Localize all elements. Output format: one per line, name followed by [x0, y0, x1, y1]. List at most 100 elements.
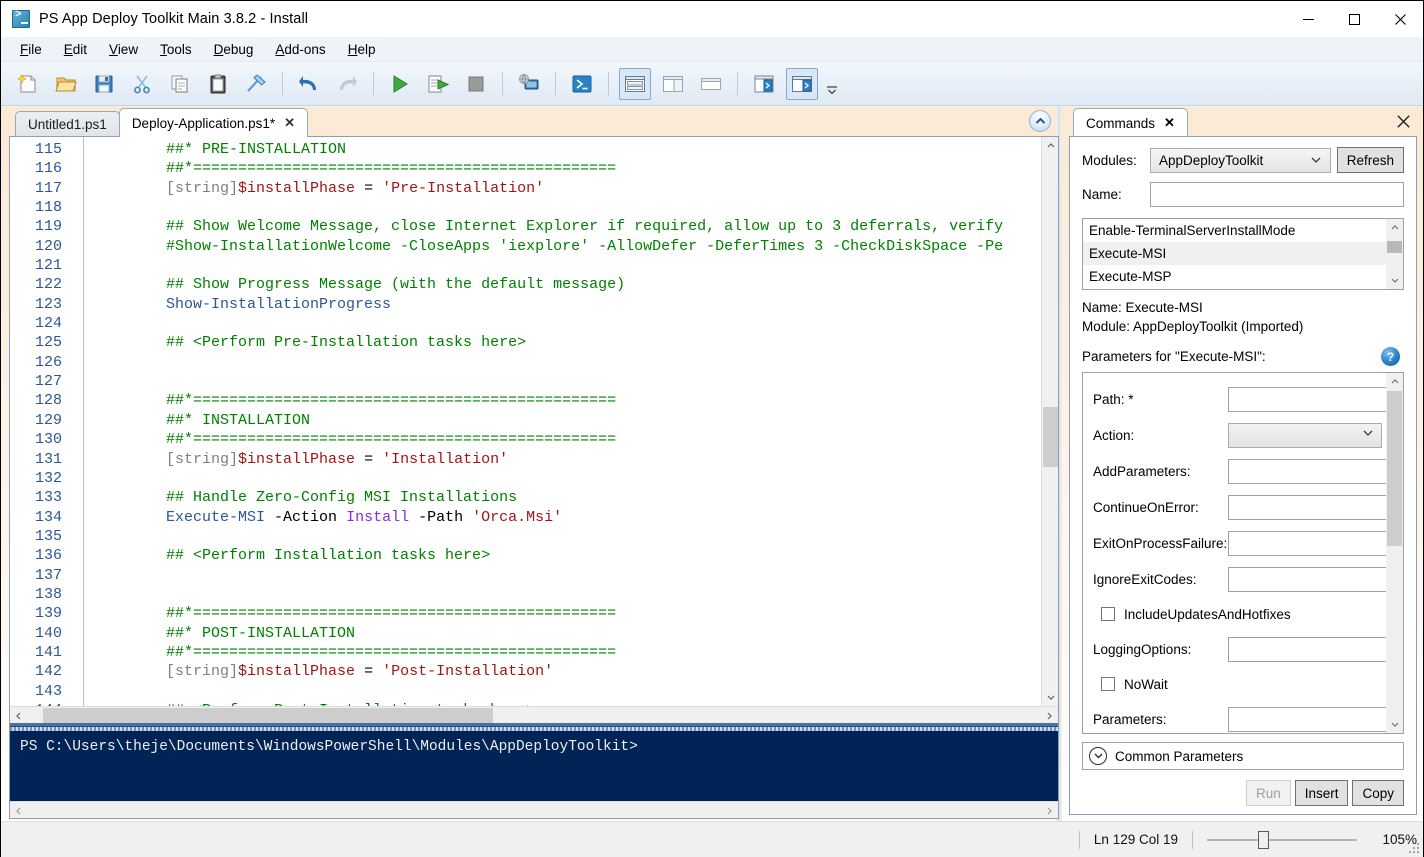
- layout-side-by-side-button[interactable]: [657, 68, 689, 100]
- code-line[interactable]: [string]$installPhase = 'Pre-Installatio…: [94, 179, 1041, 198]
- code-line[interactable]: [94, 469, 1041, 488]
- paste-button[interactable]: [202, 68, 234, 100]
- code-line[interactable]: [94, 198, 1041, 217]
- parameter-input[interactable]: [1228, 386, 1386, 412]
- command-list-scrollbar[interactable]: [1386, 219, 1403, 289]
- command-list-item[interactable]: Execute-MSI: [1083, 242, 1386, 265]
- parameter-input[interactable]: [1228, 458, 1386, 484]
- cut-button[interactable]: [126, 68, 158, 100]
- scroll-down-arrow-icon[interactable]: [1042, 689, 1058, 706]
- code-line[interactable]: ## <Perform Pre-Installation tasks here>: [94, 333, 1041, 352]
- collapse-script-pane-button[interactable]: [1029, 110, 1051, 132]
- save-button[interactable]: [88, 68, 120, 100]
- scroll-down-arrow-icon[interactable]: [1386, 272, 1403, 289]
- menu-tools[interactable]: Tools: [149, 39, 203, 60]
- parameter-checkbox-row[interactable]: IncludeUpdatesAndHotfixes: [1093, 597, 1382, 631]
- parameters-scrollbar[interactable]: [1386, 373, 1403, 733]
- checkbox-icon[interactable]: [1101, 607, 1115, 621]
- insert-button[interactable]: Insert: [1294, 780, 1349, 806]
- code-editor[interactable]: 115 116 117 118 119 120 121 122 123 124 125 126 127 1…: [10, 137, 1058, 706]
- undo-button[interactable]: [293, 68, 325, 100]
- show-script-pane-right-button[interactable]: [748, 68, 780, 100]
- code-line[interactable]: ## <Perform Post-Installation tasks here…: [94, 701, 1041, 706]
- code-line[interactable]: [94, 372, 1041, 391]
- code-line[interactable]: ##* PRE-INSTALLATION: [94, 140, 1041, 159]
- editor-hscroll-track[interactable]: [27, 707, 1041, 723]
- menu-view[interactable]: View: [98, 39, 149, 60]
- code-line[interactable]: [94, 256, 1041, 275]
- start-powershell-button[interactable]: [566, 68, 598, 100]
- code-line[interactable]: ##*=====================================…: [94, 604, 1041, 623]
- open-script-button[interactable]: [50, 68, 82, 100]
- code-text[interactable]: ##* PRE-INSTALLATION ##*================…: [84, 137, 1041, 706]
- scroll-left-arrow-icon[interactable]: [10, 707, 27, 724]
- console-horizontal-scrollbar[interactable]: [10, 801, 1058, 818]
- run-script-button[interactable]: [384, 68, 416, 100]
- menu-edit[interactable]: Edit: [53, 39, 98, 60]
- minimize-button[interactable]: [1285, 1, 1331, 37]
- stop-operation-button[interactable]: [460, 68, 492, 100]
- checkbox-icon[interactable]: [1101, 677, 1115, 691]
- code-line[interactable]: [94, 527, 1041, 546]
- code-line[interactable]: ## <Perform Installation tasks here>: [94, 546, 1041, 565]
- zoom-slider[interactable]: [1207, 830, 1357, 849]
- close-addon-pane-button[interactable]: [1393, 111, 1413, 131]
- menu-addons[interactable]: Add-ons: [264, 39, 336, 60]
- parameter-input[interactable]: [1228, 636, 1386, 662]
- command-list-scroll-thumb[interactable]: [1387, 241, 1402, 253]
- code-line[interactable]: ##*=====================================…: [94, 391, 1041, 410]
- new-script-button[interactable]: [12, 68, 44, 100]
- run-button[interactable]: Run: [1245, 780, 1291, 806]
- help-icon[interactable]: ?: [1381, 347, 1400, 366]
- console-hscroll-track[interactable]: [27, 802, 1041, 818]
- common-parameters-toggle[interactable]: Common Parameters: [1082, 742, 1404, 770]
- code-line[interactable]: ## Handle Zero-Config MSI Installations: [94, 488, 1041, 507]
- code-line[interactable]: ## Show Welcome Message, close Internet …: [94, 217, 1041, 236]
- editor-tab-close-icon[interactable]: ✕: [284, 115, 295, 131]
- code-line[interactable]: ##* POST-INSTALLATION: [94, 624, 1041, 643]
- refresh-button[interactable]: Refresh: [1336, 147, 1404, 173]
- modules-select[interactable]: AppDeployToolkit: [1150, 147, 1331, 173]
- code-line[interactable]: ##* INSTALLATION: [94, 411, 1041, 430]
- console-pane[interactable]: PS C:\Users\theje\Documents\WindowsPower…: [10, 723, 1058, 801]
- scroll-down-arrow-icon[interactable]: [1386, 716, 1403, 733]
- editor-vertical-scroll-thumb[interactable]: [1043, 407, 1058, 467]
- close-button[interactable]: [1377, 1, 1423, 37]
- code-line[interactable]: ##*=====================================…: [94, 159, 1041, 178]
- copy-button[interactable]: Copy: [1352, 780, 1404, 806]
- copy-button[interactable]: [164, 68, 196, 100]
- commands-tab-close-icon[interactable]: ✕: [1164, 115, 1175, 131]
- code-line[interactable]: [94, 566, 1041, 585]
- code-line[interactable]: [94, 314, 1041, 333]
- console-scroll-right-arrow-icon[interactable]: [1041, 802, 1058, 818]
- new-remote-session-button[interactable]: [513, 68, 545, 100]
- parameter-input[interactable]: [1228, 566, 1386, 592]
- scroll-up-arrow-icon[interactable]: [1386, 373, 1403, 390]
- menu-help[interactable]: Help: [337, 39, 387, 60]
- code-line[interactable]: Execute-MSI -Action Install -Path 'Orca.…: [94, 508, 1041, 527]
- code-line[interactable]: ##*=====================================…: [94, 430, 1041, 449]
- command-list-item[interactable]: Enable-TerminalServerInstallMode: [1083, 219, 1386, 242]
- layout-maximize-script-button[interactable]: [695, 68, 727, 100]
- fold-margin[interactable]: [68, 137, 84, 706]
- scroll-right-arrow-icon[interactable]: [1041, 707, 1058, 724]
- code-line[interactable]: ##*=====================================…: [94, 643, 1041, 662]
- code-line[interactable]: [94, 682, 1041, 701]
- code-line[interactable]: ## Show Progress Message (with the defau…: [94, 275, 1041, 294]
- tab-commands[interactable]: Commands ✕: [1073, 108, 1188, 137]
- code-line[interactable]: [94, 353, 1041, 372]
- editor-tab-untitled1[interactable]: Untitled1.ps1: [15, 111, 120, 137]
- parameter-input[interactable]: [1228, 494, 1386, 520]
- code-line[interactable]: [string]$installPhase = 'Installation': [94, 450, 1041, 469]
- menu-file[interactable]: FFileile: [9, 39, 53, 60]
- toolbar-overflow-button[interactable]: [825, 68, 839, 100]
- code-line[interactable]: [string]$installPhase = 'Post-Installati…: [94, 662, 1041, 681]
- editor-horizontal-scrollbar[interactable]: [10, 706, 1058, 724]
- scroll-up-arrow-icon[interactable]: [1042, 137, 1058, 154]
- parameter-select[interactable]: [1228, 422, 1382, 448]
- show-script-pane-maximized-button[interactable]: [786, 67, 818, 100]
- name-input[interactable]: [1150, 182, 1404, 207]
- parameter-input[interactable]: [1228, 706, 1386, 732]
- parameter-input[interactable]: [1228, 530, 1386, 556]
- console-scroll-left-arrow-icon[interactable]: [10, 802, 27, 818]
